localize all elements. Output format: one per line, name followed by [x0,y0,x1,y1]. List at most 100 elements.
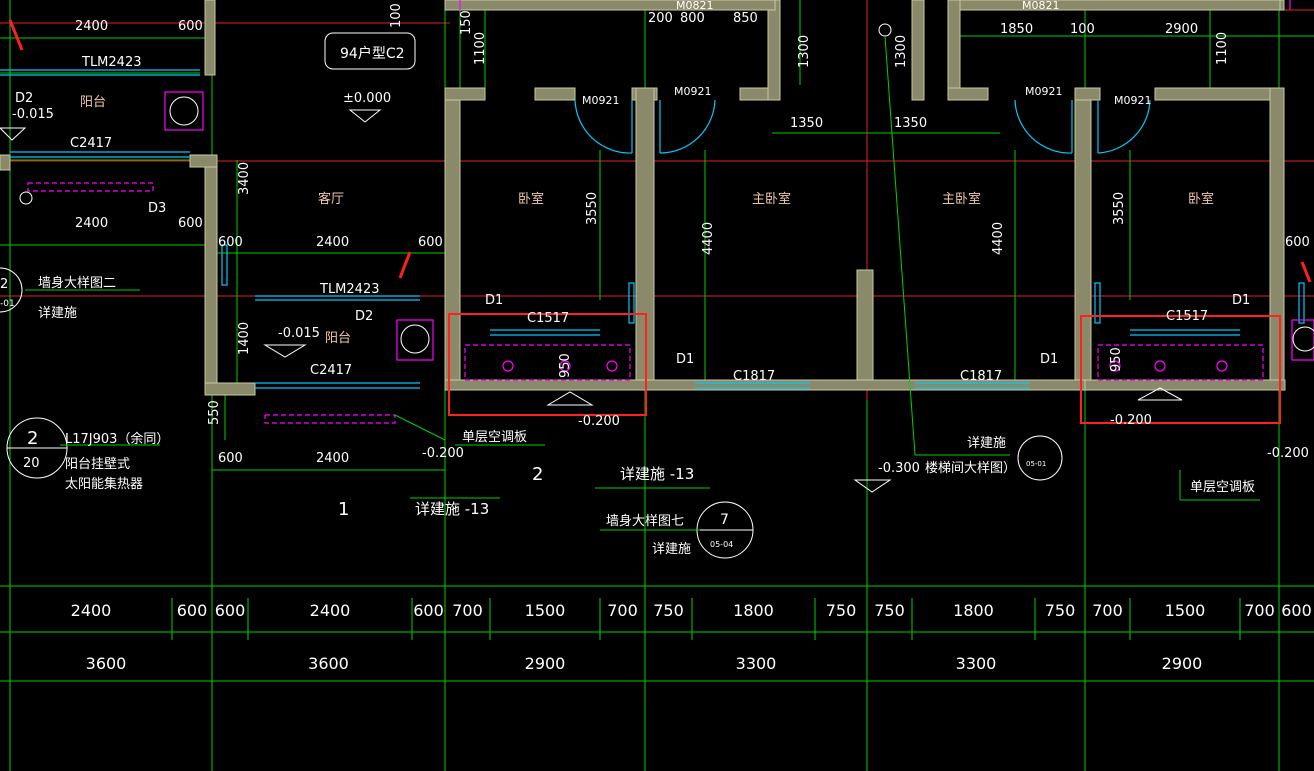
elev-n200-b: -0.200 [578,414,620,429]
tag-d1-d: D1 [1232,293,1250,308]
tag-d1-a: D1 [485,293,503,308]
circle-small: 05-01 [1026,460,1046,468]
unit-type-label: 94户型C2 [340,45,405,62]
wall-detail-7: 墙身大样图七 [606,513,684,529]
dim-2900-top: 2900 [1165,22,1198,37]
room-bedroom-2: 卧室 [1188,191,1214,207]
see-arch-1: 详建施 [38,306,77,321]
see-arch-13a: 详建施 -13 [415,500,489,518]
solar-line-1: 阳台挂壁式 [65,457,130,472]
window-c1817-left: C1817 [733,369,775,384]
elev-n200-c: -0.200 [1110,413,1152,428]
dim-600-l: 600 [218,235,243,250]
dim-row1-value-7: 700 [607,601,638,620]
dim-row1-value-9: 1800 [733,601,774,620]
callout-top: 2 [27,428,38,449]
elev-n200-d: -0.200 [1267,446,1309,461]
dim-h-950b: 950 [1109,347,1124,372]
dim-top-600: 600 [178,19,203,34]
room-master-2: 主卧室 [942,191,981,207]
standard-ref: L17J903（余同） [65,431,169,447]
ac-board-right: 单层空调板 [1190,480,1255,495]
dim-100-top: 100 [1070,22,1095,37]
door-m0921-b: M0921 [674,85,712,98]
circle-7-top: 7 [720,512,729,528]
stair-detail: 楼梯间大样图） [925,461,1016,476]
dim-v-3550a: 3550 [585,192,600,225]
window-c1817-right: C1817 [960,369,1002,384]
dim-600-fr: 600 [1285,235,1310,250]
window-tlm-mid: TLM2423 [319,282,379,297]
elev-n200-a: -0.200 [422,446,464,461]
dim-row1-value-16: 700 [1244,601,1275,620]
dim-row2-value-1: 3600 [308,654,349,673]
dim-v-150: 150 [459,10,474,35]
dim-v-1100a: 1100 [473,32,488,65]
dim-v-1300a: 1300 [797,35,812,68]
dim-row2-value-3: 3300 [736,654,777,673]
dim-800: 800 [680,11,705,26]
room-balcony-bottom: 阳台 [325,331,351,346]
dim-row1-value-6: 1500 [525,601,566,620]
see-arch-2: 详建施 [652,542,691,557]
see-arch-13b: 详建施 -13 [620,465,694,483]
window-c1517-right: C1517 [1166,309,1208,324]
dim-row1-value-10: 750 [826,601,857,620]
circle-7-bottom: 05-04 [710,540,733,549]
dim-600-mid: 600 [178,216,203,231]
dim-row1-value-5: 700 [452,601,483,620]
ac-board-left: 单层空调板 [462,430,527,445]
dim-600-below: 600 [218,451,243,466]
dim-1350a: 1350 [790,116,823,131]
dim-row1-value-11: 750 [874,601,905,620]
note-2: 2 [532,464,543,485]
dim-row2-value-4: 3300 [956,654,997,673]
dim-1850: 1850 [1000,22,1033,37]
dim-2400-c: 2400 [316,235,349,250]
elev-top: -0.015 [12,107,54,122]
dim-h-950a: 950 [558,353,573,378]
dim-v-4400a: 4400 [701,222,716,255]
note-1: 1 [338,499,349,520]
dim-row1-value-15: 1500 [1165,601,1206,620]
dim-row1-value-4: 600 [413,601,444,620]
room-bedroom-1: 卧室 [518,191,544,207]
dim-row1-value-17: 600 [1281,601,1312,620]
dim-v-4400b: 4400 [991,222,1006,255]
see-arch-3: 详建施 [967,436,1006,451]
dim-row1-value-14: 700 [1092,601,1123,620]
window-c2417-bottom: C2417 [310,363,352,378]
tag-d3: D3 [148,201,166,216]
dim-row2-value-2: 2900 [525,654,566,673]
callout-bottom: 20 [23,456,40,471]
detail-num-2: 2 [0,277,8,292]
tag-d1-b: D1 [676,352,694,367]
door-m0821-b: M0821 [1022,0,1060,12]
dim-row1-value-8: 750 [653,601,684,620]
window-tlm-top: TLM2423 [81,55,141,70]
dim-2400-mid: 2400 [75,216,108,231]
dim-600-r: 600 [418,235,443,250]
dim-v-1100b: 1100 [1215,32,1230,65]
dim-row1-value-1: 600 [177,601,208,620]
room-living: 客厅 [318,191,344,207]
dim-row1-value-13: 750 [1045,601,1076,620]
door-m0921-c: M0921 [1025,85,1063,98]
room-balcony-top: 阳台 [80,95,106,110]
tag-d2-mid: D2 [355,309,373,324]
dim-v-3550b: 3550 [1112,192,1127,225]
dim-v-1400: 1400 [237,322,252,355]
window-c1517-left: C1517 [527,311,569,326]
dim-850: 850 [733,11,758,26]
window-c2417-top: C2417 [70,136,112,151]
dim-v-1300b: 1300 [894,35,909,68]
detail-sheet-01: -01 [0,299,15,309]
cad-floor-plan: 94户型C2 ±0.000 阳台 阳台 客厅 卧室 主卧室 主卧室 卧室 TLM… [0,0,1314,771]
elev-n300: -0.300 [878,461,920,476]
door-m0921-a: M0921 [582,94,620,107]
dim-200: 200 [648,11,673,26]
tag-d1-c: D1 [1040,352,1058,367]
dim-row1-value-12: 1800 [953,601,994,620]
dim-row1-value-2: 600 [215,601,246,620]
dim-v-100: 100 [389,3,404,28]
